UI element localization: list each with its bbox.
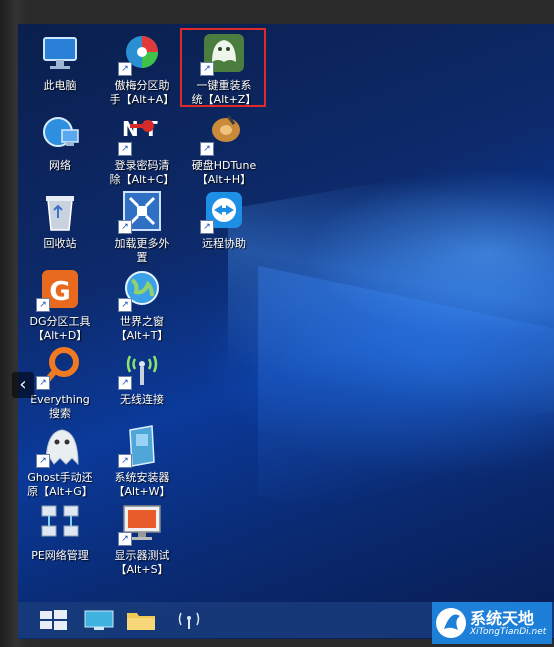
icon-label: 世界之窗 【Alt+T】: [115, 315, 169, 342]
shortcut-arrow-icon: ↗: [118, 532, 132, 546]
icon-label: Ghost手动还 原【Alt+G】: [27, 471, 93, 498]
wireless-icon[interactable]: [172, 607, 206, 633]
desktop-icon-monitor-test[interactable]: ↗ 显示器测试 【Alt+S】: [102, 502, 182, 577]
desktop-icon-system-installer[interactable]: ↗ 系统安装器 【Alt+W】: [102, 424, 182, 499]
shortcut-arrow-icon: ↗: [118, 220, 132, 234]
globe-icon: ↗: [118, 268, 166, 312]
monitor-test-icon: ↗: [118, 502, 166, 546]
ghost-icon: ↗: [36, 424, 84, 468]
shortcut-arrow-icon: ↗: [118, 454, 132, 468]
watermark-subtitle: XiTongTianDi.net: [470, 627, 547, 637]
network-icon: [36, 112, 84, 156]
icon-label: 硬盘HDTune 【Alt+H】: [191, 159, 257, 186]
icon-label: 无线连接: [120, 393, 164, 406]
watermark-logo: 系统天地 XiTongTianDi.net: [432, 602, 552, 644]
desktop-icon-remote-assist[interactable]: ↗ 远程协助: [184, 190, 264, 251]
desktop-icon-recycle-bin[interactable]: 回收站: [20, 190, 100, 251]
shortcut-arrow-icon: ↗: [118, 142, 132, 156]
svg-text:N: N: [122, 117, 139, 141]
icon-label: 此电脑: [43, 79, 77, 92]
icon-label: 加载更多外 置: [114, 237, 170, 264]
desktop-icon-aomei-partition[interactable]: ↗ 傲梅分区助 手【Alt+A】: [102, 32, 182, 107]
shortcut-arrow-icon: ↗: [36, 454, 50, 468]
icon-label: 傲梅分区助 手【Alt+A】: [109, 79, 175, 106]
icon-label: PE网络管理: [31, 549, 89, 562]
desktop-icon-hdtune[interactable]: ↗ 硬盘HDTune 【Alt+H】: [184, 112, 264, 187]
selection-highlight-box: [180, 28, 266, 107]
windows-start-icon[interactable]: [36, 607, 70, 633]
folder-icon[interactable]: [124, 607, 158, 633]
watermark-title: 系统天地: [470, 609, 535, 628]
installer-icon: ↗: [118, 424, 166, 468]
shortcut-arrow-icon: ↗: [118, 62, 132, 76]
prev-arrow-icon[interactable]: ‹: [12, 372, 34, 398]
shortcut-arrow-icon: ↗: [36, 298, 50, 312]
wireless-icon: ↗: [118, 346, 166, 390]
shortcut-arrow-icon: ↗: [36, 376, 50, 390]
hard-disk-icon: ↗: [200, 112, 248, 156]
pe-network-icon: [36, 502, 84, 546]
desktop-icon-this-pc[interactable]: 此电脑: [20, 32, 100, 93]
desktop-icon-load-more[interactable]: ↗ 加载更多外 置: [102, 190, 182, 265]
icon-label: 远程协助: [202, 237, 246, 250]
desktop-icon-pe-network[interactable]: PE网络管理: [20, 502, 100, 563]
shortcut-arrow-icon: ↗: [118, 298, 132, 312]
svg-text:G: G: [49, 277, 70, 307]
desktop-icon-password-clear[interactable]: N T ↗ 登录密码清 除【Alt+C】: [102, 112, 182, 187]
desktop-icon-wireless[interactable]: ↗ 无线连接: [102, 346, 182, 407]
everything-search-icon: ↗: [36, 346, 84, 390]
icon-label: 回收站: [43, 237, 77, 250]
aomei-partition-icon: ↗: [118, 32, 166, 76]
desktop-icon[interactable]: [82, 607, 116, 633]
load-more-icon: ↗: [118, 190, 166, 234]
icon-label: 系统安装器 【Alt+W】: [113, 471, 171, 498]
shortcut-arrow-icon: ↗: [118, 376, 132, 390]
dg-partition-icon: G ↗: [36, 268, 84, 312]
icon-label: 显示器测试 【Alt+S】: [114, 549, 170, 576]
icon-label: 登录密码清 除【Alt+C】: [109, 159, 175, 186]
key-icon: N T ↗: [118, 112, 166, 156]
icon-label: DG分区工具 【Alt+D】: [29, 315, 91, 342]
shortcut-arrow-icon: ↗: [200, 220, 214, 234]
watermark-emblem-icon: [436, 608, 466, 638]
desktop-icon-network[interactable]: 网络: [20, 112, 100, 173]
teamviewer-icon: ↗: [200, 190, 248, 234]
shortcut-arrow-icon: ↗: [200, 142, 214, 156]
icon-label: 网络: [49, 159, 71, 172]
recycle-bin-icon: [36, 190, 84, 234]
desktop-icon-dg-partition[interactable]: G ↗ DG分区工具 【Alt+D】: [20, 268, 100, 343]
desktop-icon-ghost-restore[interactable]: ↗ Ghost手动还 原【Alt+G】: [20, 424, 100, 499]
computer-icon: [36, 32, 84, 76]
desktop-icon-world-window[interactable]: ↗ 世界之窗 【Alt+T】: [102, 268, 182, 343]
desktop-screen: 此电脑 网络 回收站 G ↗ DG分区工具 【Alt+D】 ↗ Everythi…: [18, 24, 554, 639]
